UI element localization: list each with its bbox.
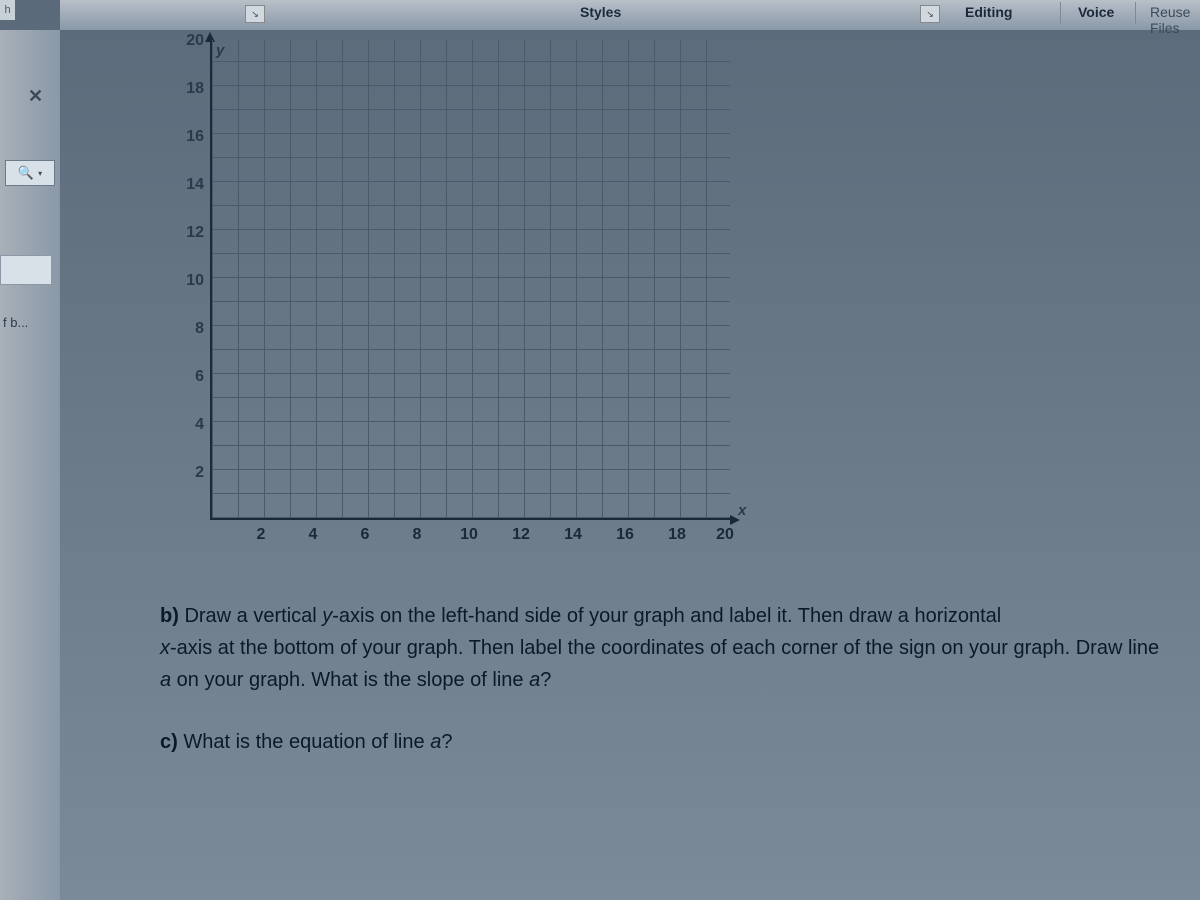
y-tick: 20 (174, 32, 204, 50)
x-tick: 12 (506, 526, 536, 544)
x-tick: 8 (402, 526, 432, 544)
ribbon-group-styles[interactable]: Styles (580, 4, 621, 20)
text-italic: a (160, 669, 171, 691)
search-box[interactable]: 🔍 ▾ (5, 160, 55, 186)
text: ? (540, 669, 551, 691)
search-icon: 🔍 (18, 165, 34, 181)
x-axis-label: x (738, 502, 746, 519)
question-b: b) Draw a vertical y-axis on the left-ha… (160, 600, 1170, 696)
text-italic: a (529, 669, 540, 691)
x-tick: 20 (710, 526, 740, 544)
y-tick: 10 (174, 272, 204, 290)
ribbon-divider (1060, 2, 1061, 24)
question-c: c) What is the equation of line a? (160, 726, 1170, 758)
text-italic: x (160, 637, 170, 659)
search-dropdown-icon[interactable]: ▾ (38, 169, 42, 178)
thumbnail-placeholder[interactable] (0, 255, 52, 285)
y-tick: 6 (174, 368, 204, 386)
document-content: y x 20 18 16 14 12 10 8 6 4 2 2 4 6 8 10… (60, 30, 1200, 900)
close-pane-button[interactable]: ✕ (28, 86, 43, 107)
graph-grid: y x 20 18 16 14 12 10 8 6 4 2 2 4 6 8 10… (160, 30, 760, 550)
text: -axis on the left-hand side of your grap… (332, 605, 1001, 627)
ribbon-fragment-left: h (0, 0, 15, 20)
styles-expand-icon[interactable]: ↘ (245, 5, 265, 23)
y-tick: 18 (174, 80, 204, 98)
x-tick: 16 (610, 526, 640, 544)
question-text: b) Draw a vertical y-axis on the left-ha… (160, 600, 1170, 758)
y-tick: 12 (174, 224, 204, 242)
navigation-pane: ✕ 🔍 ▾ f b... (0, 30, 60, 900)
ribbon-bar: ↘ Styles ↘ Editing Voice Reuse Files (60, 0, 1200, 30)
text: -axis at the bottom of your graph. Then … (170, 637, 1159, 659)
ribbon-group-editing[interactable]: Editing (965, 4, 1012, 20)
y-tick: 14 (174, 176, 204, 194)
ribbon-divider (1135, 2, 1136, 24)
y-tick: 2 (174, 464, 204, 482)
result-snippet: f b... (3, 315, 28, 330)
y-tick: 4 (174, 416, 204, 434)
x-tick: 4 (298, 526, 328, 544)
grid-background (210, 40, 730, 520)
x-tick: 14 (558, 526, 588, 544)
text: on your graph. What is the slope of line (171, 669, 529, 691)
question-b-label: b) (160, 605, 179, 627)
x-tick: 10 (454, 526, 484, 544)
text-italic: a (430, 731, 441, 753)
x-tick: 18 (662, 526, 692, 544)
text-italic: y (322, 605, 332, 627)
text: What is the equation of line (183, 731, 430, 753)
text: ? (441, 731, 452, 753)
text: Draw a vertical (184, 605, 322, 627)
editing-expand-icon[interactable]: ↘ (920, 5, 940, 23)
x-tick: 6 (350, 526, 380, 544)
y-tick: 16 (174, 128, 204, 146)
x-tick: 2 (246, 526, 276, 544)
ribbon-group-voice[interactable]: Voice (1078, 4, 1114, 20)
question-c-label: c) (160, 731, 178, 753)
y-tick: 8 (174, 320, 204, 338)
